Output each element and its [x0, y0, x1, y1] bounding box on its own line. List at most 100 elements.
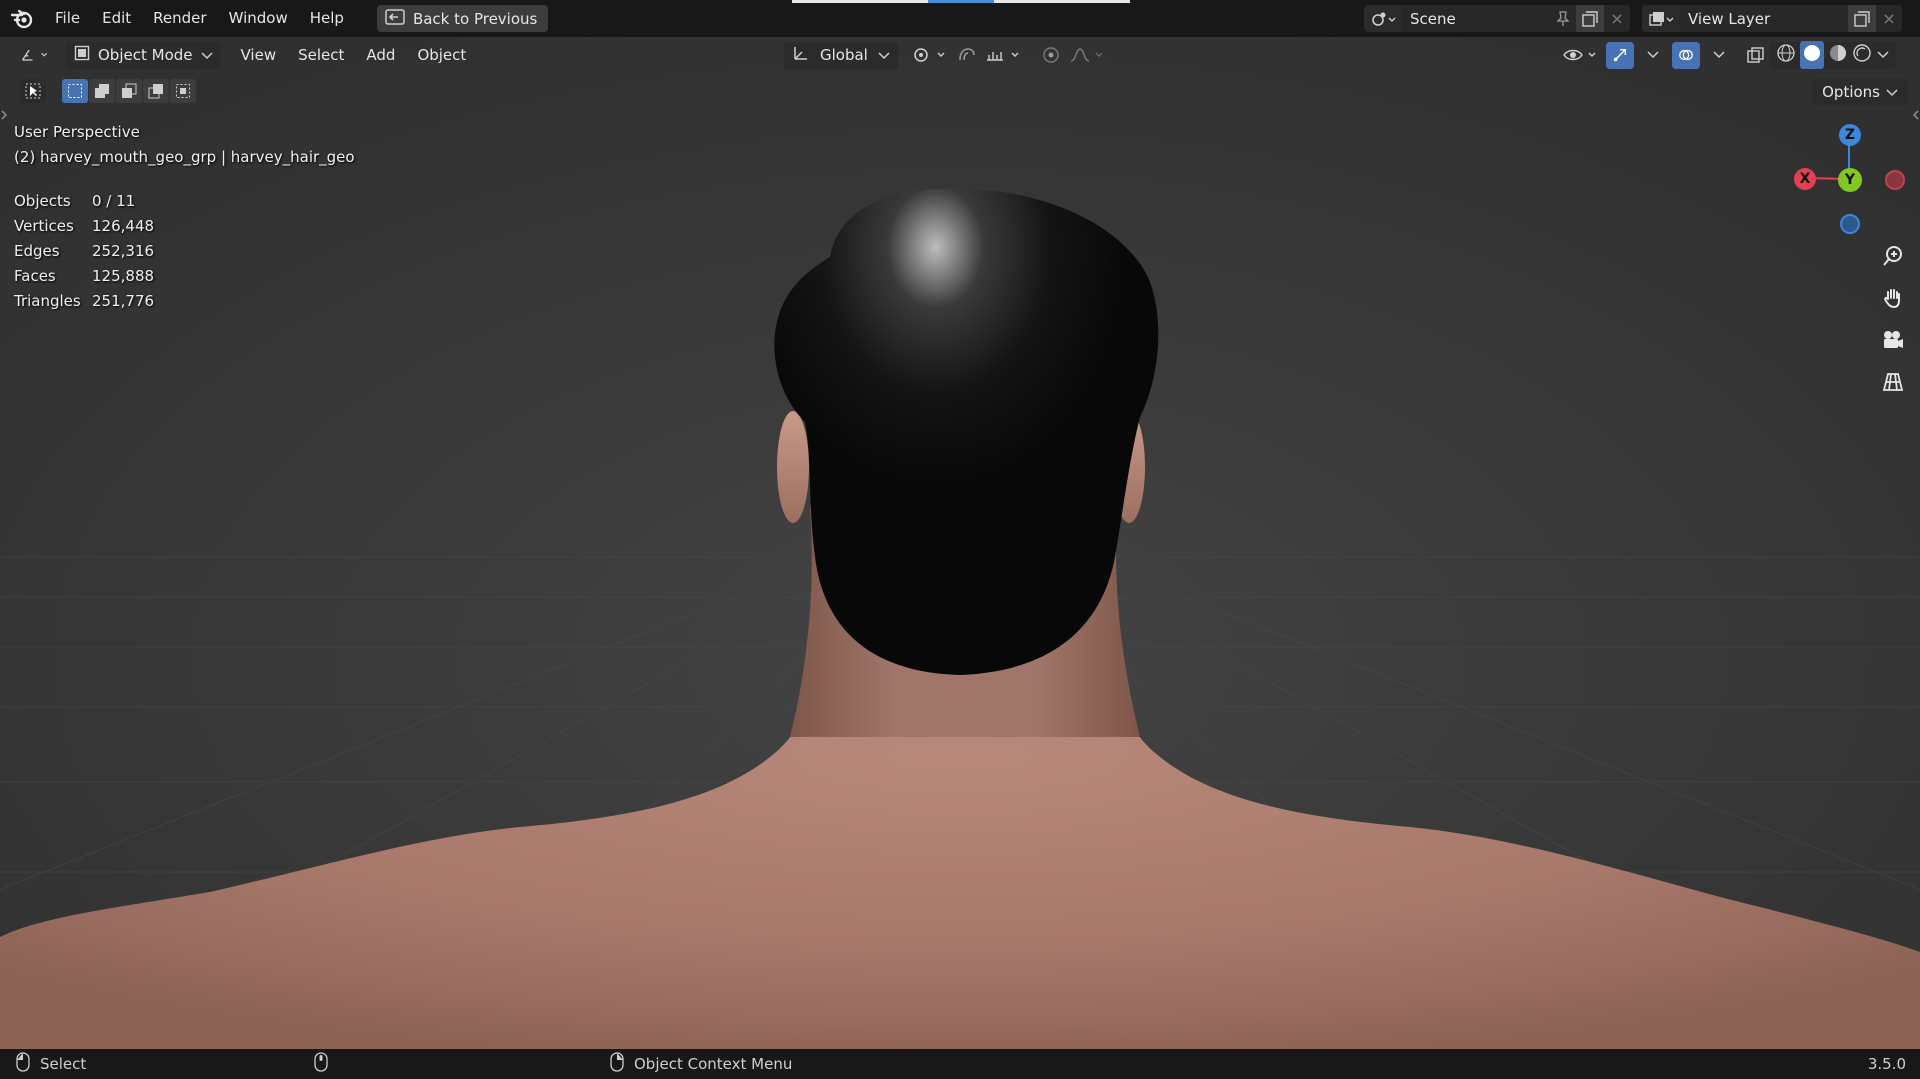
gizmo-z-axis[interactable]: Z — [1839, 124, 1861, 146]
3d-viewport[interactable]: Object Mode View Select Add Object Globa… — [0, 37, 1920, 1049]
stats-label: Faces — [14, 266, 56, 285]
stats-row-vertices: Vertices 126,448 — [14, 213, 154, 238]
stats-row-edges: Edges 252,316 — [14, 238, 154, 263]
active-workspace-tab[interactable] — [928, 0, 994, 3]
sidebar-expand-icon[interactable] — [1912, 107, 1920, 125]
zoom-icon[interactable] — [1878, 241, 1908, 271]
stats-row-faces: Faces 125,888 — [14, 263, 154, 288]
scene-selector[interactable]: Scene — [1364, 5, 1630, 32]
gizmo-negative-x-axis[interactable] — [1885, 170, 1905, 190]
mouse-middle-icon — [314, 1052, 328, 1076]
menu-view[interactable]: View — [235, 42, 283, 69]
material-shading-icon[interactable] — [1828, 43, 1848, 67]
gizmo-dropdown-icon[interactable] — [1640, 42, 1666, 69]
menu-render[interactable]: Render — [142, 0, 217, 37]
status-middle-click — [314, 1049, 328, 1079]
orientation-label: Global — [820, 46, 868, 64]
pin-scene-icon[interactable] — [1550, 5, 1576, 32]
status-right-click: Object Context Menu — [610, 1049, 792, 1079]
menu-object[interactable]: Object — [411, 42, 472, 69]
select-extend-icon[interactable] — [89, 79, 115, 103]
view-layer-selector[interactable]: View Layer — [1642, 5, 1902, 32]
solid-shading-icon[interactable] — [1800, 41, 1824, 69]
select-intersect-icon[interactable] — [170, 79, 196, 103]
transform-orientation-dropdown[interactable]: Global — [784, 41, 898, 69]
view-layer-name-field[interactable]: View Layer — [1680, 5, 1848, 32]
new-view-layer-icon[interactable] — [1848, 5, 1876, 32]
view-layer-name: View Layer — [1688, 9, 1771, 28]
workspace-tabs-strip[interactable] — [792, 0, 1130, 3]
scene-name-field[interactable]: Scene — [1402, 5, 1550, 32]
menu-add[interactable]: Add — [360, 42, 401, 69]
perspective-toggle-icon[interactable] — [1878, 367, 1908, 397]
view-layer-browse-icon[interactable] — [1642, 5, 1680, 32]
pivot-point-icon[interactable] — [906, 42, 956, 69]
viewport-scene — [0, 188, 1920, 1049]
stats-value: 251,776 — [92, 291, 155, 310]
delete-scene-icon[interactable] — [1604, 5, 1630, 32]
chevron-down-icon — [200, 46, 213, 64]
toolbar-expand-icon[interactable] — [0, 107, 8, 125]
status-left-click: Select — [16, 1049, 86, 1079]
top-bar: File Edit Render Window Help Back to Pre… — [0, 0, 1920, 37]
scene-statistics: Objects 0 / 11 Vertices 126,448 Edges 252,3… — [14, 188, 154, 313]
pan-hand-icon[interactable] — [1878, 283, 1908, 313]
active-object-label: (2) harvey_mouth_geo_grp | harvey_hair_g… — [14, 148, 355, 166]
editor-type-icon[interactable] — [14, 42, 56, 69]
falloff-curve-icon[interactable] — [1062, 42, 1114, 69]
back-arrow-icon — [385, 8, 405, 29]
snap-increment-icon[interactable] — [978, 42, 1032, 69]
mode-dropdown[interactable]: Object Mode — [66, 41, 221, 69]
gizmo-x-axis[interactable]: X — [1794, 168, 1816, 190]
selection-mode-group — [62, 79, 196, 103]
blender-logo-icon[interactable] — [0, 0, 44, 37]
shading-dropdown-icon[interactable] — [1876, 46, 1890, 64]
menu-select[interactable]: Select — [292, 42, 350, 69]
version-label: 3.5.0 — [1868, 1049, 1906, 1079]
mode-label: Object Mode — [98, 46, 193, 64]
gizmo-toggle-icon[interactable] — [1606, 41, 1634, 69]
stats-value: 252,316 — [92, 241, 155, 260]
chevron-down-icon — [878, 46, 890, 64]
mouse-left-icon — [16, 1052, 30, 1076]
select-invert-icon[interactable] — [143, 79, 169, 103]
overlays-toggle-icon[interactable] — [1672, 41, 1700, 69]
status-context-menu-label: Object Context Menu — [634, 1055, 793, 1073]
camera-view-icon[interactable] — [1878, 325, 1908, 355]
stats-row-triangles: Triangles 251,776 — [14, 288, 154, 313]
menu-file[interactable]: File — [44, 0, 91, 37]
options-label: Options — [1822, 83, 1880, 101]
wireframe-shading-icon[interactable] — [1776, 43, 1796, 67]
new-scene-icon[interactable] — [1576, 5, 1604, 32]
menu-window[interactable]: Window — [218, 0, 299, 37]
viewport-header: Object Mode View Select Add Object Globa… — [0, 37, 1920, 73]
xray-toggle-icon[interactable] — [1740, 42, 1772, 69]
stats-label: Vertices — [14, 216, 74, 235]
stats-row-objects: Objects 0 / 11 — [14, 188, 154, 213]
back-to-previous-button[interactable]: Back to Previous — [376, 5, 549, 32]
status-bar: Select Object Context Menu 3.5.0 — [0, 1049, 1920, 1079]
viewport-perspective-label: User Perspective — [14, 123, 140, 141]
options-dropdown[interactable]: Options — [1812, 79, 1908, 105]
mouse-right-icon — [610, 1052, 624, 1076]
shading-modes-group — [1770, 41, 1896, 69]
status-select-label: Select — [40, 1055, 87, 1073]
select-subtract-icon[interactable] — [116, 79, 142, 103]
select-new-icon[interactable] — [62, 79, 88, 103]
navigation-gizmo[interactable]: Z X Y — [1790, 117, 1910, 237]
scene-name: Scene — [1410, 9, 1456, 28]
gizmo-y-axis[interactable]: Y — [1838, 168, 1862, 192]
overlays-dropdown-icon[interactable] — [1706, 42, 1732, 69]
scene-browse-icon[interactable] — [1364, 5, 1402, 32]
orientation-axes-icon — [792, 44, 810, 66]
gizmo-negative-z-axis[interactable] — [1840, 214, 1860, 234]
active-tool-icon[interactable] — [20, 79, 46, 103]
rendered-shading-icon[interactable] — [1852, 43, 1872, 67]
back-to-previous-label: Back to Previous — [412, 9, 538, 28]
stats-label: Objects — [14, 191, 71, 210]
visibility-eye-icon[interactable] — [1556, 42, 1608, 69]
delete-view-layer-icon[interactable] — [1876, 5, 1902, 32]
menu-help[interactable]: Help — [299, 0, 355, 37]
left-ear-mesh — [777, 411, 809, 523]
menu-edit[interactable]: Edit — [91, 0, 142, 37]
